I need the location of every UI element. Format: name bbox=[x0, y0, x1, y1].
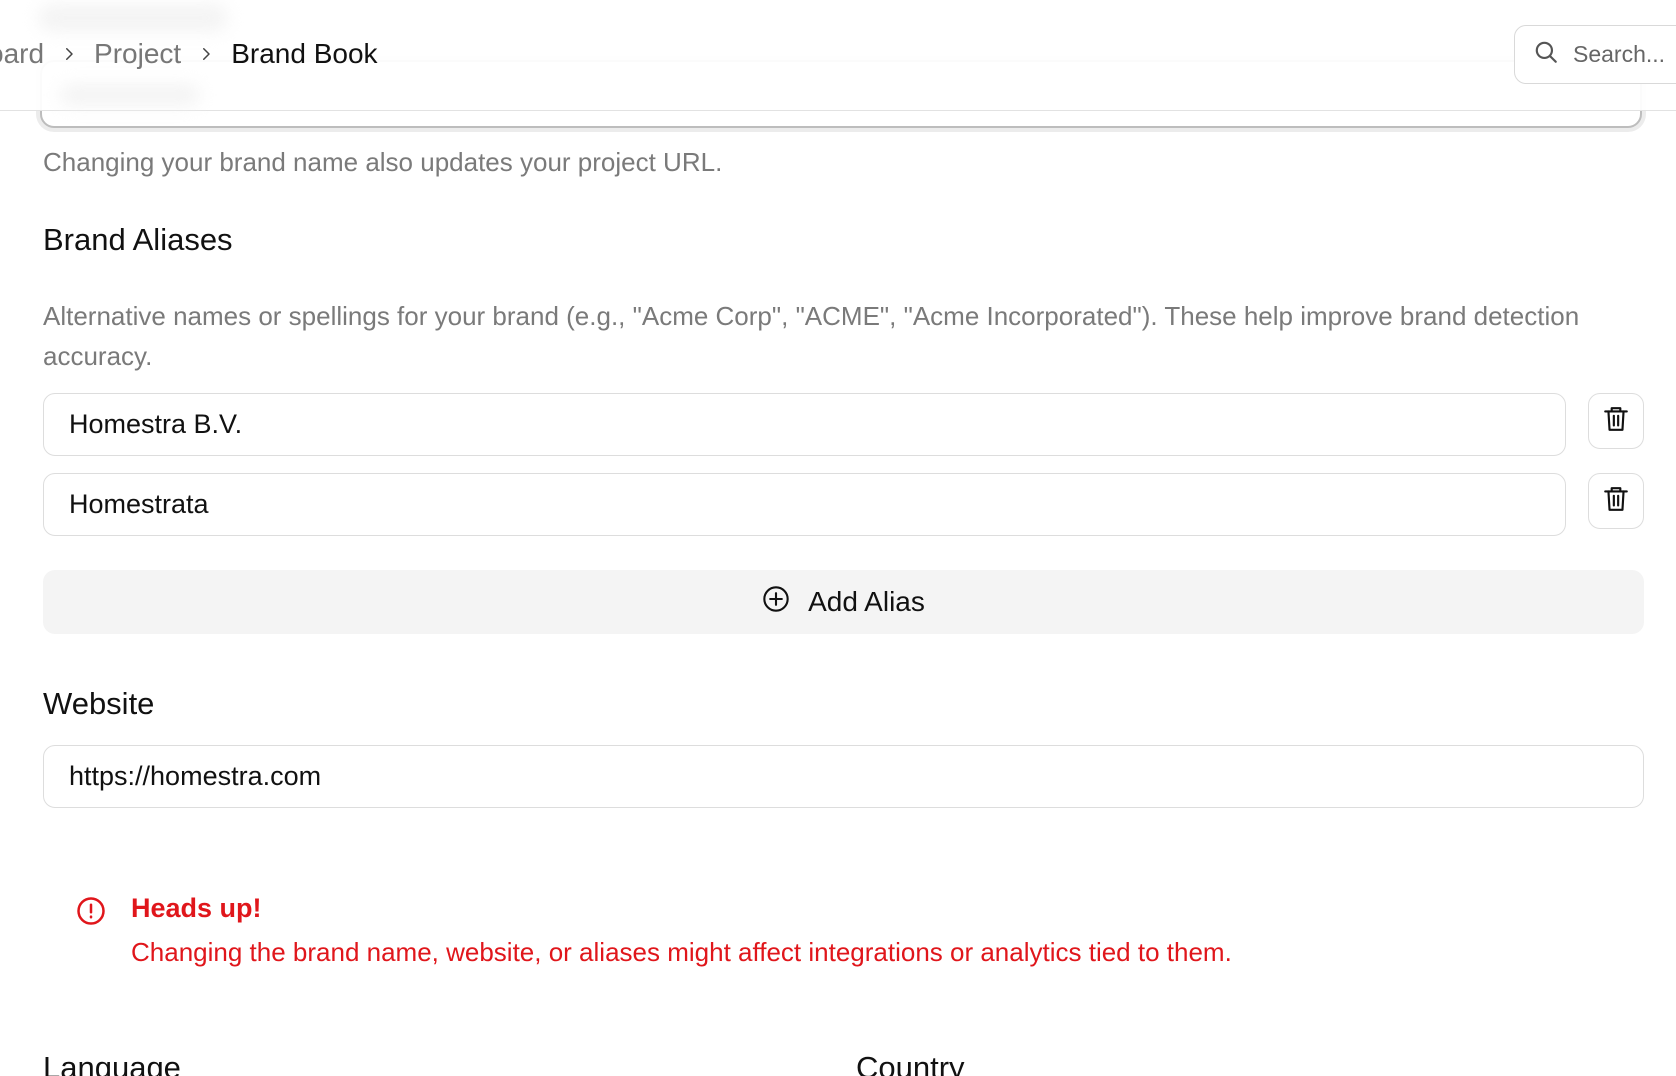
blurred-element bbox=[38, 4, 228, 32]
chevron-right-icon bbox=[181, 45, 231, 63]
website-input[interactable] bbox=[69, 761, 1643, 792]
breadcrumb-item-project[interactable]: Project bbox=[94, 38, 181, 70]
search-icon bbox=[1533, 39, 1559, 70]
alert-circle-icon bbox=[76, 896, 106, 926]
trash-icon bbox=[1603, 485, 1629, 518]
chevron-right-icon bbox=[44, 45, 94, 63]
alias-input[interactable] bbox=[69, 409, 1565, 440]
heads-up-alert: Heads up! Changing the brand name, websi… bbox=[76, 893, 1576, 973]
breadcrumb-item-brand-book: Brand Book bbox=[231, 38, 378, 69]
delete-alias-button[interactable] bbox=[1588, 473, 1644, 529]
plus-circle-icon bbox=[762, 585, 790, 620]
delete-alias-button[interactable] bbox=[1588, 393, 1644, 449]
add-alias-button[interactable]: Add Alias bbox=[43, 570, 1644, 634]
top-header: oard Project Brand Book bbox=[0, 0, 1676, 111]
alias-field[interactable] bbox=[43, 473, 1566, 536]
alias-input[interactable] bbox=[69, 489, 1565, 520]
brand-aliases-description: Alternative names or spellings for your … bbox=[43, 301, 1580, 371]
breadcrumb-item-dashboard[interactable]: oard bbox=[0, 38, 44, 70]
breadcrumb: oard Project Brand Book bbox=[0, 34, 378, 74]
search-input[interactable] bbox=[1573, 41, 1676, 68]
language-heading: Language bbox=[43, 1050, 181, 1076]
alias-field[interactable] bbox=[43, 393, 1566, 456]
website-heading: Website bbox=[43, 686, 155, 721]
alert-title: Heads up! bbox=[131, 893, 262, 923]
alert-message: Changing the brand name, website, or ali… bbox=[131, 937, 1232, 967]
country-heading: Country bbox=[856, 1050, 965, 1076]
add-alias-label: Add Alias bbox=[808, 586, 925, 617]
website-field[interactable] bbox=[43, 745, 1644, 808]
search-box[interactable] bbox=[1514, 25, 1676, 84]
brand-name-helper-text: Changing your brand name also updates yo… bbox=[43, 147, 723, 177]
brand-aliases-heading: Brand Aliases bbox=[43, 222, 233, 257]
trash-icon bbox=[1603, 405, 1629, 438]
blurred-element bbox=[60, 84, 200, 106]
